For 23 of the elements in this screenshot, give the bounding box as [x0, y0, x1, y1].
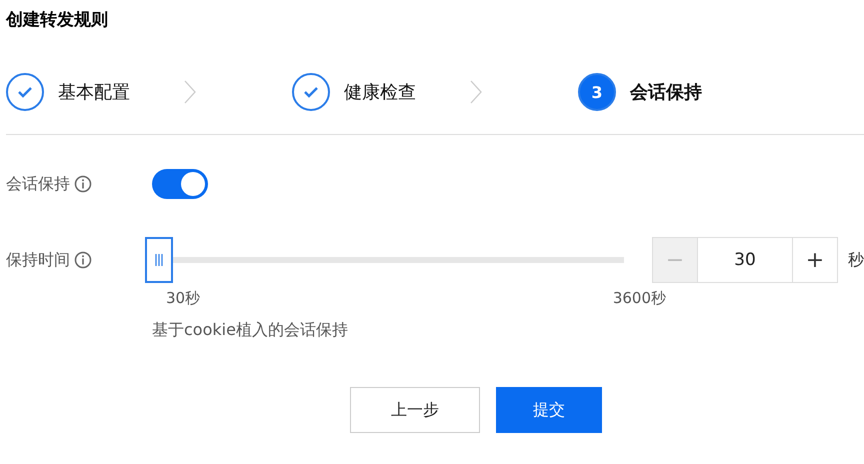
check-icon	[292, 73, 330, 111]
page-title: 创建转发规则	[6, 9, 109, 32]
step-label: 会话保持	[630, 81, 702, 104]
info-icon	[74, 251, 92, 269]
number-input[interactable]: 30	[697, 238, 793, 282]
field-label: 保持时间	[6, 250, 70, 270]
number-stepper[interactable]: − 30 +	[652, 237, 838, 283]
slider-handle[interactable]	[145, 237, 174, 283]
info-icon	[74, 175, 92, 193]
chevron-icon	[470, 80, 482, 104]
step-label: 基本配置	[58, 81, 130, 104]
check-icon	[6, 73, 44, 111]
submit-button[interactable]: 提交	[496, 387, 602, 433]
step-number: 3	[578, 73, 616, 111]
slider-max-label: 3600秒	[612, 289, 666, 308]
back-button[interactable]: 上一步	[350, 387, 480, 433]
unit-label: 秒	[848, 250, 864, 270]
step-label: 健康检查	[344, 81, 416, 104]
toggle-switch[interactable]	[152, 169, 208, 199]
field-label: 会话保持	[6, 174, 70, 194]
chevron-icon	[184, 80, 196, 104]
slider-min-label: 30秒	[166, 289, 200, 308]
description-text: 基于cookie植入的会话保持	[152, 320, 349, 341]
